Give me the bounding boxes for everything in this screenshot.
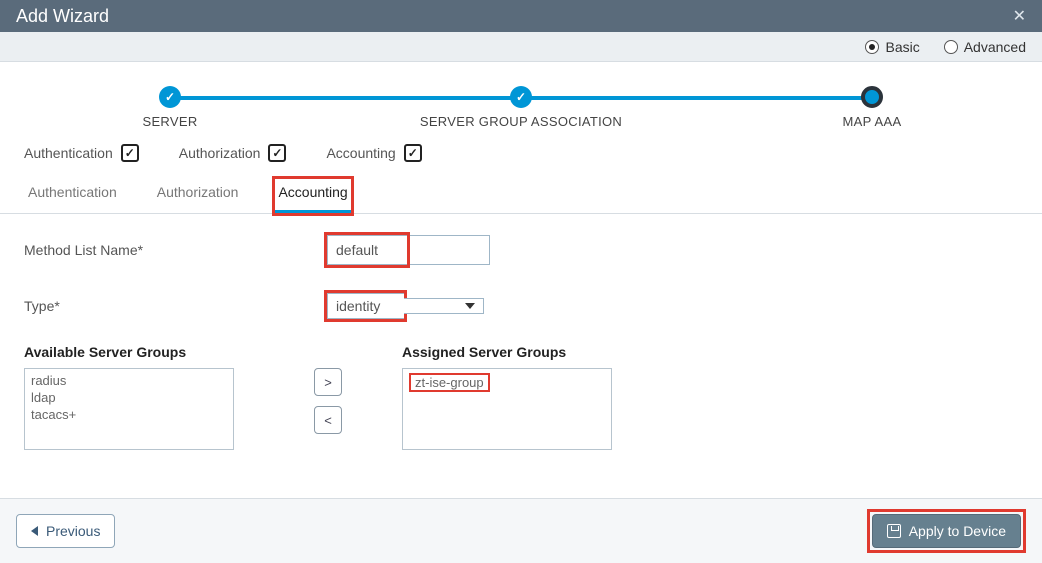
previous-label: Previous xyxy=(46,523,100,539)
chevron-down-icon xyxy=(465,303,475,309)
step-label: SERVER GROUP ASSOCIATION xyxy=(391,114,651,129)
tab-accounting[interactable]: Accounting xyxy=(274,178,351,214)
tab-authorization[interactable]: Authorization xyxy=(153,178,243,213)
radio-icon xyxy=(865,40,879,54)
authentication-checkbox[interactable]: Authentication ✓ xyxy=(24,144,139,162)
list-item[interactable]: radius xyxy=(31,373,227,390)
step-server: SERVER xyxy=(40,86,300,129)
type-label: Type* xyxy=(24,298,324,314)
step-label: SERVER xyxy=(40,114,300,129)
modal-header: Add Wizard ✕ xyxy=(0,0,1042,32)
mode-advanced-label: Advanced xyxy=(964,39,1026,55)
highlight-box xyxy=(324,232,410,268)
modal-title: Add Wizard xyxy=(16,6,109,27)
radio-icon xyxy=(944,40,958,54)
highlight-box: Apply to Device xyxy=(867,509,1026,553)
assigned-groups-title: Assigned Server Groups xyxy=(402,344,612,360)
apply-to-device-button[interactable]: Apply to Device xyxy=(872,514,1021,548)
mode-bar: Basic Advanced xyxy=(0,32,1042,62)
step-server-group: SERVER GROUP ASSOCIATION xyxy=(391,86,651,129)
highlight-box: identity xyxy=(324,290,407,322)
available-groups-listbox[interactable]: radius ldap tacacs+ xyxy=(24,368,234,450)
checkbox-icon: ✓ xyxy=(404,144,422,162)
step-label: MAP AAA xyxy=(742,114,1002,129)
list-item[interactable]: ldap xyxy=(31,390,227,407)
move-left-button[interactable]: < xyxy=(314,406,342,434)
wizard-footer: Previous Apply to Device xyxy=(0,498,1042,563)
check-icon xyxy=(510,86,532,108)
available-groups-title: Available Server Groups xyxy=(24,344,234,360)
checkbox-icon: ✓ xyxy=(268,144,286,162)
aaa-tabs: Authentication Authorization Accounting xyxy=(0,168,1042,214)
method-list-name-label: Method List Name* xyxy=(24,242,324,258)
mode-basic-label: Basic xyxy=(885,39,919,55)
accounting-form: Method List Name* Type* identity Availab… xyxy=(0,214,1042,468)
accounting-checkbox[interactable]: Accounting ✓ xyxy=(326,144,421,162)
type-select-value[interactable]: identity xyxy=(327,293,404,319)
close-icon[interactable]: ✕ xyxy=(1013,6,1026,26)
list-item[interactable]: zt-ise-group xyxy=(409,373,490,392)
checkbox-icon: ✓ xyxy=(121,144,139,162)
row-type: Type* identity xyxy=(24,290,1018,322)
list-item[interactable]: tacacs+ xyxy=(31,407,227,424)
mode-basic-radio[interactable]: Basic xyxy=(865,39,919,55)
available-groups-col: Available Server Groups radius ldap taca… xyxy=(24,344,234,450)
previous-button[interactable]: Previous xyxy=(16,514,115,548)
method-list-name-input[interactable] xyxy=(327,235,407,265)
arrow-left-icon xyxy=(31,526,38,536)
check-icon xyxy=(159,86,181,108)
step-map-aaa: MAP AAA xyxy=(742,86,1002,129)
move-right-button[interactable]: > xyxy=(314,368,342,396)
current-step-icon xyxy=(861,86,883,108)
authorization-checkbox[interactable]: Authorization ✓ xyxy=(179,144,287,162)
tab-authentication[interactable]: Authentication xyxy=(24,178,121,213)
type-select[interactable] xyxy=(404,298,484,314)
save-icon xyxy=(887,524,901,538)
shuttle-buttons: > < xyxy=(314,368,342,434)
mode-advanced-radio[interactable]: Advanced xyxy=(944,39,1026,55)
checkbox-label: Accounting xyxy=(326,145,395,161)
assigned-groups-col: Assigned Server Groups zt-ise-group xyxy=(402,344,612,450)
checkbox-label: Authorization xyxy=(179,145,261,161)
type-value: identity xyxy=(336,298,380,314)
wizard-stepper: SERVER SERVER GROUP ASSOCIATION MAP AAA xyxy=(40,86,1002,136)
apply-label: Apply to Device xyxy=(909,523,1006,539)
method-list-name-input-ext[interactable] xyxy=(410,235,490,265)
aaa-checkbox-row: Authentication ✓ Authorization ✓ Account… xyxy=(0,144,1042,168)
server-groups-shuttle: Available Server Groups radius ldap taca… xyxy=(24,344,1018,450)
row-method-list-name: Method List Name* xyxy=(24,232,1018,268)
checkbox-label: Authentication xyxy=(24,145,113,161)
assigned-groups-listbox[interactable]: zt-ise-group xyxy=(402,368,612,450)
